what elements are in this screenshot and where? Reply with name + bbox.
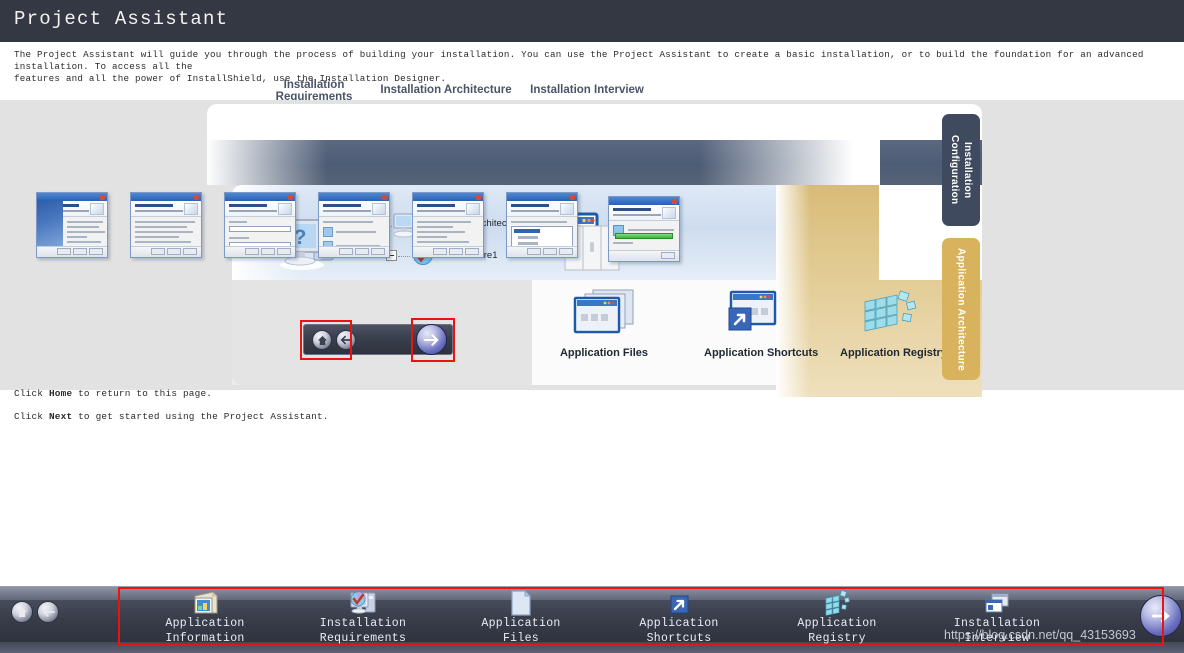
toolbar-label-line2: Registry bbox=[808, 632, 866, 645]
toolbar-label-line1: Application bbox=[797, 617, 877, 630]
configuration-band-fade-right bbox=[700, 140, 880, 185]
toolbar-label-line2: Information bbox=[165, 632, 245, 645]
feature-label-application-files: Application Files bbox=[559, 347, 648, 359]
toolbar-item-installation-requirements[interactable]: Installation Requirements bbox=[283, 588, 443, 646]
feature-label-application-shortcuts: Application Shortcuts bbox=[704, 347, 819, 359]
feature-application-shortcuts[interactable]: Application Shortcuts bbox=[704, 288, 819, 359]
toolbar-back-button[interactable] bbox=[37, 601, 59, 623]
toolbar-item-application-shortcuts[interactable]: Application Shortcuts bbox=[599, 588, 759, 646]
dialog-thumbnail-customer-info bbox=[224, 192, 296, 258]
application-files-icon bbox=[441, 588, 601, 616]
application-registry-icon bbox=[757, 588, 917, 616]
helper-next-post: to get started using the Project Assista… bbox=[72, 411, 329, 422]
toolbar-label-line1: Installation bbox=[319, 617, 407, 630]
heading-installation-interview: Installation Interview bbox=[530, 84, 644, 96]
application-registry-icon bbox=[840, 288, 936, 343]
toolbar-item-application-information[interactable]: Application Information bbox=[125, 588, 285, 646]
application-shortcuts-icon bbox=[704, 288, 800, 343]
application-information-icon bbox=[125, 588, 285, 616]
toolbar-label-line1: Application bbox=[639, 617, 719, 630]
project-assistant-window: Project Assistant The Project Assistant … bbox=[0, 0, 1184, 653]
toolbar-next-button[interactable] bbox=[1140, 595, 1182, 637]
side-tab-installation-configuration[interactable]: Installation Configuration bbox=[942, 114, 980, 226]
dialog-thumbnail-welcome bbox=[36, 192, 108, 258]
toolbar-label-line2: Shortcuts bbox=[646, 632, 712, 645]
helper-home-pre: Click bbox=[14, 388, 49, 399]
preview-navigation-bar bbox=[303, 324, 453, 355]
installation-interview-icon bbox=[917, 588, 1077, 616]
helper-home-keyword: Home bbox=[48, 388, 73, 399]
toolbar-label-line1: Application bbox=[481, 617, 561, 630]
helper-text-next: Click Next to get started using the Proj… bbox=[14, 411, 329, 422]
preview-back-arrow-icon[interactable] bbox=[336, 330, 356, 350]
watermark-text: https://blog.csdn.net/qq_43153693 bbox=[944, 628, 1136, 642]
toolbar-label-line2: Requirements bbox=[319, 632, 407, 645]
feature-application-registry[interactable]: Application Registry bbox=[840, 288, 947, 359]
preview-next-arrow-icon[interactable] bbox=[416, 324, 447, 355]
heading-req-line1: Installation bbox=[283, 79, 345, 91]
feature-label-application-registry: Application Registry bbox=[840, 347, 947, 359]
configuration-band-fade-left bbox=[207, 140, 327, 185]
diagram-stage: ? Installation Architecture bbox=[0, 100, 1184, 397]
heading-installation-architecture: Installation Architecture bbox=[380, 84, 512, 96]
tree-connector-feature bbox=[398, 256, 410, 257]
application-shortcuts-icon bbox=[599, 588, 759, 616]
dialog-thumbnail-license bbox=[130, 192, 202, 258]
toolbar-item-application-registry[interactable]: Application Registry bbox=[757, 588, 917, 646]
toolbar-label-line1: Application bbox=[165, 617, 245, 630]
helper-next-pre: Click bbox=[14, 411, 49, 422]
side-tab-application-architecture[interactable]: Application Architecture bbox=[942, 238, 980, 380]
dialog-thumbnail-progress bbox=[608, 196, 680, 262]
helper-text-home: Click Home to return to this page. bbox=[14, 388, 212, 399]
installation-requirements-icon bbox=[283, 588, 443, 616]
page-title: Project Assistant bbox=[14, 8, 229, 30]
dialog-thumbnail-setup-type bbox=[318, 192, 390, 258]
intro-line-1: The Project Assistant will guide you thr… bbox=[14, 49, 1144, 72]
dialog-thumbnail-destination bbox=[412, 192, 484, 258]
dialog-thumbnail-custom-setup bbox=[506, 192, 578, 258]
toolbar-label-line2: Files bbox=[502, 632, 539, 645]
feature-application-files[interactable]: Application Files bbox=[556, 288, 652, 359]
helper-home-post: to return to this page. bbox=[72, 388, 213, 399]
toolbar-home-button[interactable] bbox=[11, 601, 33, 623]
title-bar: Project Assistant bbox=[0, 0, 1184, 42]
preview-home-icon[interactable] bbox=[312, 330, 332, 350]
application-files-icon bbox=[556, 288, 652, 343]
helper-next-keyword: Next bbox=[48, 411, 73, 422]
toolbar-item-application-files[interactable]: Application Files bbox=[441, 588, 601, 646]
